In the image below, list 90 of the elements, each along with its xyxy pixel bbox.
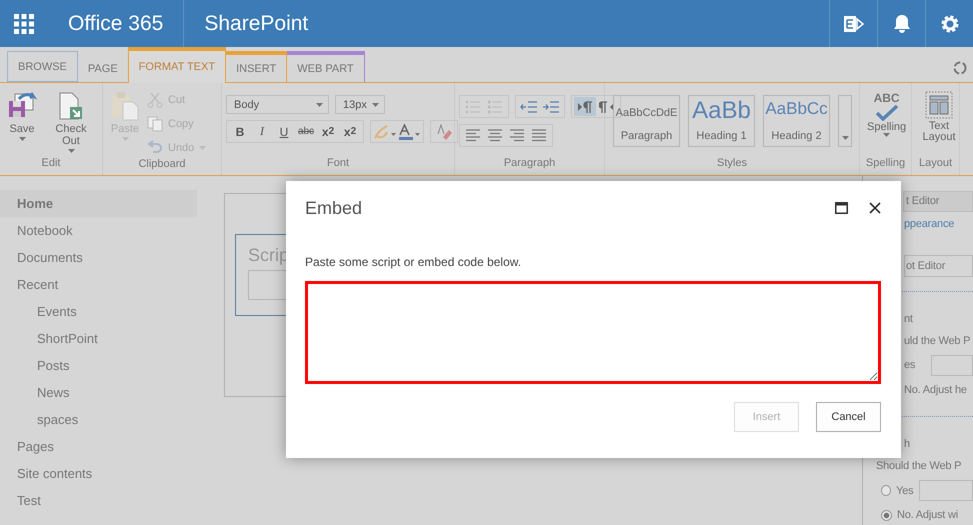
group-label: Paragraph [502, 157, 556, 171]
numbered-list-icon [487, 100, 503, 114]
option-text: No. Adjust he [904, 384, 967, 396]
nav-link[interactable]: ShortPoint [0, 325, 197, 352]
nav-link[interactable]: Posts [0, 352, 197, 379]
copy-icon [147, 116, 163, 132]
settings-icon [940, 14, 960, 34]
section-link[interactable]: ppearance [904, 218, 954, 230]
indent-icon [542, 100, 560, 114]
group-label: Font [326, 157, 350, 171]
caret-icon [18, 137, 26, 141]
nav-link[interactable]: Events [0, 298, 197, 325]
site-name[interactable]: SharePoint [204, 12, 308, 36]
checkmark-icon [874, 105, 899, 121]
tool-pane-title: t Editor [903, 191, 973, 212]
option-text: uld the Web P [904, 334, 970, 347]
ribbon-tab[interactable]: FORMAT TEXT [128, 47, 226, 83]
group-label: Spelling [864, 157, 906, 171]
font-color-button[interactable] [397, 122, 421, 141]
outdent-icon [520, 100, 538, 114]
align-center-icon [487, 129, 503, 142]
radio-button[interactable] [881, 510, 892, 521]
caret-icon [316, 102, 323, 106]
italic-button[interactable]: I [251, 122, 273, 141]
option-label: Yes [896, 484, 914, 497]
undo-icon [147, 140, 163, 156]
app-launcher-icon[interactable] [14, 14, 34, 34]
check-out-button[interactable]: Check Out [44, 89, 98, 157]
layout-icon [925, 91, 953, 119]
bullet-list-icon [465, 100, 481, 114]
spelling-button[interactable]: ABC Spelling [864, 89, 910, 157]
nav-link[interactable]: Recent [0, 271, 197, 298]
eraser-icon [435, 124, 453, 140]
nav-link[interactable]: Test [0, 487, 197, 514]
nav-link[interactable]: Notebook [0, 217, 197, 244]
section-heading: h [904, 438, 910, 450]
ribbon-tab[interactable]: PAGE [78, 51, 128, 82]
caret-icon [842, 136, 848, 140]
nav-link[interactable]: Site contents [0, 460, 197, 487]
sync-icon[interactable] [952, 60, 968, 76]
caret-icon [883, 133, 890, 137]
dialog-title: Embed [305, 198, 364, 218]
align-left-icon [465, 129, 481, 142]
save-button[interactable]: Save [4, 89, 40, 157]
bell-icon [892, 14, 910, 34]
option-label: No. Adjust wi [897, 509, 958, 522]
radio-button[interactable] [881, 485, 892, 496]
text-layout-button[interactable]: Text Layout [916, 89, 962, 157]
ltr-paragraph-icon [577, 100, 593, 114]
group-label: Styles [716, 157, 748, 171]
nav-link[interactable]: News [0, 379, 197, 406]
option-label: es [904, 359, 916, 372]
style-gallery-item[interactable]: AaBbCcDdE Paragraph [613, 95, 680, 147]
ribbon-tab[interactable]: BROWSE [7, 51, 78, 82]
close-icon[interactable] [869, 202, 881, 214]
nav-link[interactable]: Documents [0, 244, 197, 271]
caret-icon [372, 102, 379, 106]
dialog-button[interactable]: Cancel [816, 402, 881, 432]
align-justify-icon [531, 129, 547, 142]
input-field[interactable] [931, 354, 973, 376]
highlighter-icon [373, 124, 397, 140]
align-right-icon [509, 129, 525, 142]
ribbon-tab[interactable]: WEB PART [287, 51, 365, 82]
left-to-right-button[interactable] [574, 97, 596, 116]
strike-button[interactable]: abc [295, 122, 317, 141]
clipboard-icon [110, 91, 140, 121]
embed-code-field[interactable] [305, 281, 881, 384]
group-label: Clipboard [137, 158, 187, 172]
nav-link[interactable]: Home [0, 190, 197, 217]
text-field[interactable]: ot Editor [904, 254, 973, 276]
ribbon-tab[interactable]: INSERT [226, 51, 288, 82]
input-field[interactable] [918, 480, 973, 502]
nav-link[interactable]: spaces [0, 406, 197, 433]
underline-button[interactable]: U [273, 122, 295, 141]
style-gallery-item[interactable]: AaBb Heading 1 [688, 95, 755, 147]
font-name-dropdown[interactable]: Body [226, 95, 329, 114]
font-color-icon [397, 124, 421, 140]
font-size-dropdown[interactable]: 13px [335, 95, 385, 114]
nav-link[interactable]: Pages [0, 433, 197, 460]
style-gallery-item[interactable]: AaBbCc Heading 2 [763, 95, 830, 147]
brand-name[interactable]: Office 365 [68, 12, 164, 36]
caret-icon [68, 149, 74, 153]
bold-button[interactable]: B [229, 122, 251, 141]
rtl-paragraph-icon [599, 100, 615, 114]
group-label: Edit [40, 157, 62, 171]
option-text: Should the Web P [876, 460, 962, 472]
scissors-icon [147, 92, 163, 108]
group-label: Layout [918, 157, 954, 171]
section-heading: nt [904, 312, 913, 324]
maximize-icon[interactable] [835, 202, 848, 214]
